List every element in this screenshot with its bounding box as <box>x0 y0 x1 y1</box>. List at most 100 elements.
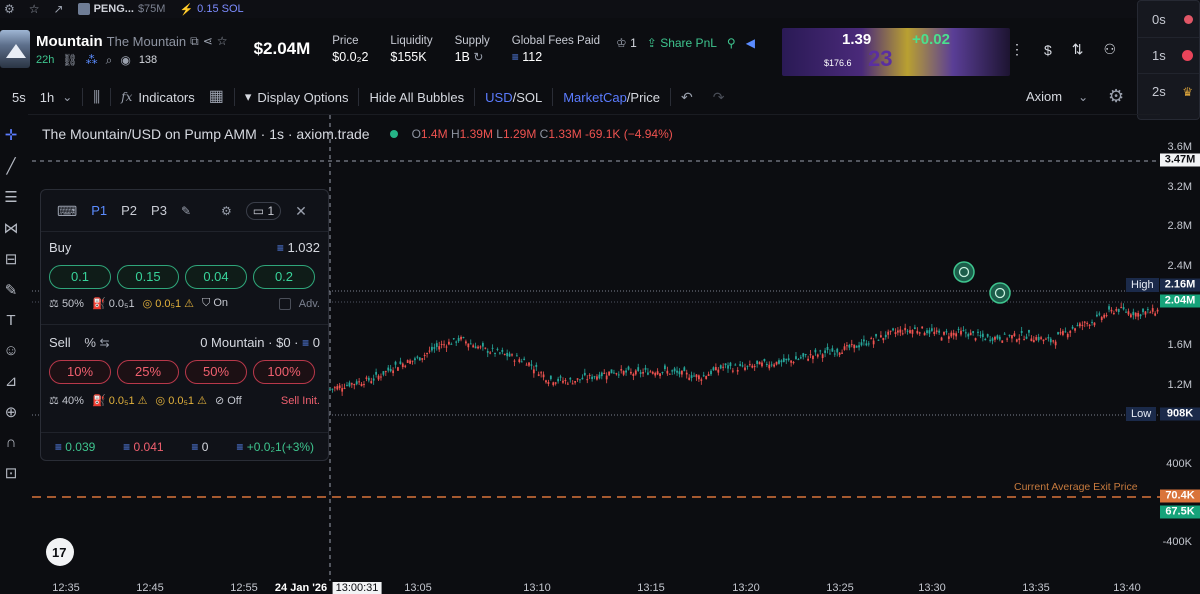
interval-5s[interactable]: 5s <box>12 90 26 105</box>
mode-toggle[interactable]: MarketCap/Price <box>563 90 660 105</box>
layout-grid-icon[interactable]: ▦ <box>209 89 224 105</box>
magnet-icon[interactable]: ∩ <box>6 434 17 451</box>
buy-amount-button[interactable]: 0.15 <box>117 265 179 289</box>
sol-balance[interactable]: ⚡ 0.15 SOL <box>179 3 243 16</box>
candle-body <box>906 330 909 332</box>
candle-body <box>1042 339 1045 342</box>
preset-tab-p2[interactable]: P2 <box>121 203 137 218</box>
buy-amount-button[interactable]: 0.2 <box>253 265 315 289</box>
close-icon[interactable]: ✕ <box>295 204 307 218</box>
timing-row[interactable]: 2s ♛ <box>1138 73 1199 109</box>
candle-type-icon[interactable]: ⫼ <box>93 90 100 105</box>
redo-icon[interactable]: ↷ <box>713 90 725 104</box>
copy-icon[interactable]: ⧉ <box>190 35 199 47</box>
crosshair-icon[interactable]: ✛ <box>5 126 18 144</box>
priority-setting[interactable]: ⛽ 0.0₅1 <box>92 297 135 310</box>
holders-badge[interactable]: ♔ 1 <box>616 36 637 50</box>
preset-tab-p1[interactable]: P1 <box>91 203 107 218</box>
status-dot-icon <box>1182 50 1193 61</box>
candle-body <box>824 350 826 353</box>
sell-init-button[interactable]: Sell Init. <box>281 395 320 407</box>
fib-icon[interactable]: ⊟ <box>5 250 18 268</box>
mev-setting[interactable]: ⛉ On <box>202 297 228 310</box>
candle-body <box>375 371 378 375</box>
pin-icon[interactable]: ⚲ <box>727 37 736 49</box>
buy-amount-button[interactable]: 0.1 <box>49 265 111 289</box>
sell-percent-button[interactable]: 50% <box>185 360 247 384</box>
sell-percent-button[interactable]: 100% <box>253 360 315 384</box>
advanced-toggle[interactable]: Adv. <box>278 297 320 310</box>
bribe-setting[interactable]: ◎ 0.0₅1 ⚠ <box>143 297 194 310</box>
zoom-icon[interactable]: ⊕ <box>5 403 18 421</box>
tradingview-logo[interactable]: 17 <box>46 538 74 566</box>
community-icon[interactable]: ⁂ <box>86 54 98 66</box>
dollar-icon[interactable]: $ <box>1044 42 1052 58</box>
checkbox[interactable] <box>278 297 291 310</box>
time-axis[interactable]: 12:35 12:45 12:55 24 Jan '26 13:00:31 13… <box>28 580 1160 594</box>
horizontal-lines-icon[interactable]: ☰ <box>4 188 17 206</box>
settings-icon[interactable]: ⚙ <box>221 205 232 217</box>
brush-icon[interactable]: ✎ <box>5 281 18 299</box>
candle-body <box>448 341 450 345</box>
candle-body <box>1110 309 1113 312</box>
timing-row[interactable]: 1s <box>1138 37 1199 73</box>
display-options-button[interactable]: ▾ Display Options <box>245 89 349 105</box>
share-icon[interactable]: ⋖ <box>203 35 213 47</box>
token-avatar-icon <box>77 3 90 15</box>
mev-setting[interactable]: ⊘ Off <box>215 394 242 407</box>
more-icon[interactable]: ⋮ <box>1010 41 1024 58</box>
search-icon[interactable]: ⌕ <box>106 54 113 66</box>
total-bought: ≡ 0.039 <box>55 440 95 454</box>
indicators-button[interactable]: fx Indicators <box>121 90 195 105</box>
wallet-selector[interactable]: ▭ 1 <box>245 201 282 220</box>
priority-setting[interactable]: ⛽ 0.0₅1 ⚠ <box>92 394 148 407</box>
slippage-setting[interactable]: ⚖ 40% <box>49 394 84 407</box>
candle-body <box>642 372 644 374</box>
trendline-icon[interactable]: ╱ <box>6 157 15 175</box>
keyboard-icon[interactable]: ⌨ <box>57 204 77 218</box>
preset-tab-p3[interactable]: P3 <box>151 203 167 218</box>
trade-bubble[interactable] <box>989 282 1011 304</box>
hide-bubbles-button[interactable]: Hide All Bubbles <box>369 90 464 105</box>
text-tool-icon[interactable]: T <box>6 312 15 329</box>
currency-toggle[interactable]: USD/SOL <box>485 90 542 105</box>
chart-trend-icon[interactable]: ↗ <box>54 3 64 15</box>
candle-body <box>1025 336 1028 339</box>
edit-icon[interactable]: ✎ <box>181 205 191 217</box>
share-pnl-button[interactable]: ⇪ Share PnL <box>647 36 717 50</box>
interval-1h[interactable]: 1h <box>40 90 54 105</box>
sell-percent-button[interactable]: 10% <box>49 360 111 384</box>
promo-banner[interactable]: 1.39 +0.02 23 $176.6 <box>782 28 1010 76</box>
undo-icon[interactable]: ↶ <box>681 90 693 104</box>
trade-bubble[interactable] <box>953 261 975 283</box>
star-icon[interactable]: ☆ <box>29 3 40 15</box>
pattern-icon[interactable]: ⋈ <box>4 219 19 237</box>
swap-icon[interactable]: ⇆ <box>100 337 110 349</box>
sell-percent-button[interactable]: 25% <box>117 360 179 384</box>
timing-row[interactable]: 0s <box>1138 1 1199 37</box>
pinned-token[interactable]: PENG... $75M <box>77 3 165 15</box>
candle-body <box>1006 338 1009 340</box>
gear-icon[interactable]: ⚙ <box>4 3 15 15</box>
candle-body <box>923 332 926 336</box>
candle-body <box>676 370 678 373</box>
lock-icon[interactable]: ⊡ <box>5 464 18 482</box>
megaphone-icon[interactable]: ◀ <box>746 37 755 49</box>
settings-icon[interactable]: ⚙ <box>1108 87 1124 105</box>
star-icon[interactable]: ☆ <box>217 35 228 47</box>
source-select[interactable]: Axiom ⌄ <box>1026 89 1088 104</box>
candle-body <box>557 378 560 382</box>
bribe-setting[interactable]: ◎ 0.0₅1 ⚠ <box>156 394 207 407</box>
slippage-setting[interactable]: ⚖ 50% <box>49 297 84 310</box>
token-avatar[interactable] <box>0 30 30 68</box>
candle-body <box>581 377 584 380</box>
ruler-icon[interactable]: ⊿ <box>5 372 18 390</box>
link-icon[interactable]: ⛓ <box>62 54 77 66</box>
chevron-down-icon[interactable]: ⌄ <box>62 91 72 103</box>
emoji-icon[interactable]: ☺ <box>3 342 18 359</box>
buy-amount-button[interactable]: 0.04 <box>185 265 247 289</box>
wallet-icon[interactable]: ⚇ <box>1104 41 1117 58</box>
sell-unit[interactable]: % <box>84 335 96 350</box>
candle-body <box>804 354 807 356</box>
swap-icon[interactable]: ⇅ <box>1072 41 1084 58</box>
